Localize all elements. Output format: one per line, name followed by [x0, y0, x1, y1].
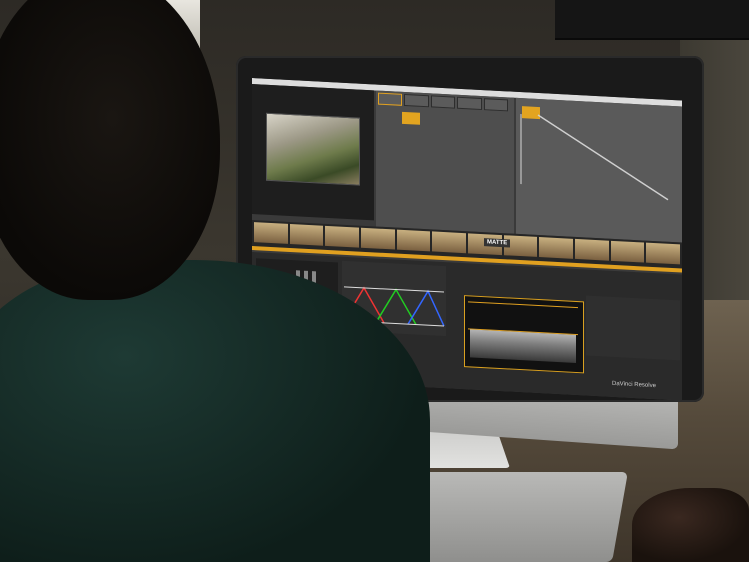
viewer-image	[266, 112, 360, 186]
node-slot	[430, 95, 456, 109]
clip-thumbnail	[361, 227, 395, 250]
person-head	[0, 0, 220, 300]
clip-thumbnail	[575, 238, 609, 261]
clip-thumbnail	[610, 240, 645, 263]
clip-thumbnail	[539, 237, 574, 259]
node-slot	[378, 92, 403, 106]
side-panel	[586, 295, 680, 361]
clip-thumbnail	[432, 231, 467, 254]
node-slot	[404, 93, 429, 108]
color-node	[402, 111, 420, 125]
curve-line-graphic	[537, 114, 669, 201]
clip-thumbnail	[325, 225, 360, 248]
node-editor	[376, 90, 514, 234]
clip-thumbnail	[289, 223, 324, 246]
node-slot	[483, 98, 509, 112]
clip-thumbnail	[646, 242, 681, 265]
scope-waveform	[470, 329, 576, 363]
hand	[632, 488, 749, 562]
wall-tv	[555, 0, 749, 40]
clip-thumbnail	[396, 229, 431, 252]
node-slot	[457, 96, 482, 111]
thumbnail-label: MATTE	[484, 238, 511, 248]
photo-scene: 	[0, 0, 749, 562]
clip-thumbnail	[254, 222, 288, 244]
